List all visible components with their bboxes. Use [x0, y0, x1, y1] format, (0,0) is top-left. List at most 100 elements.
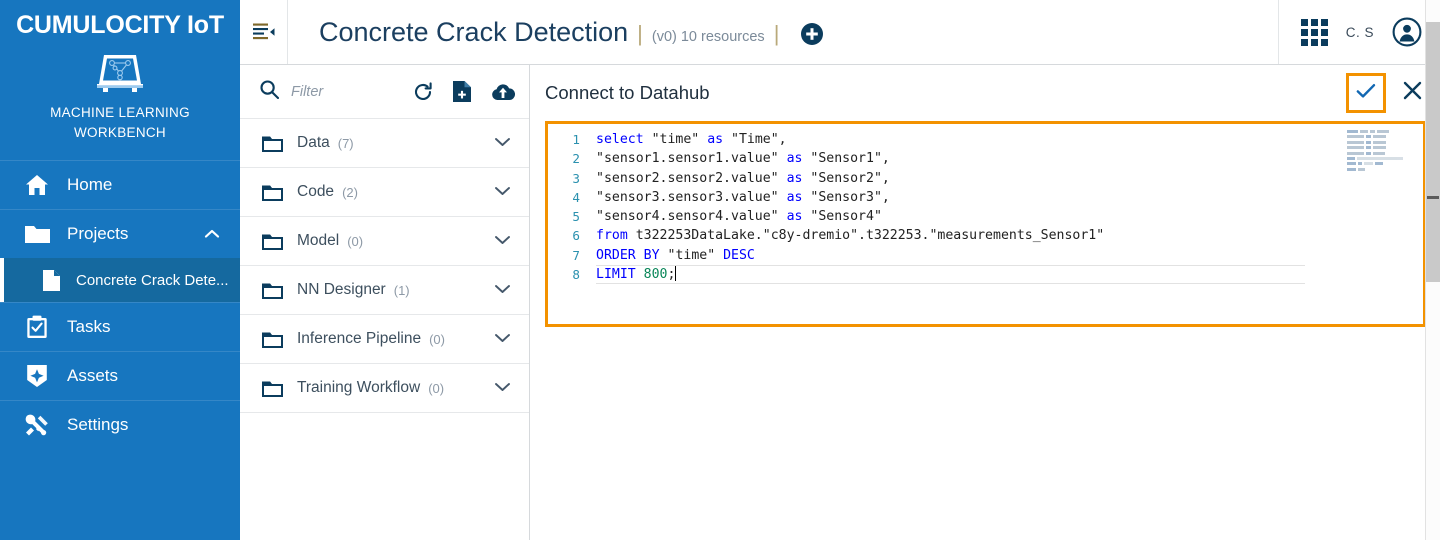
file-explorer-panel: Data (7) Code (2) Model (0) NN Designer (1) Infe… [240, 65, 530, 540]
folder-row[interactable]: NN Designer (1) [240, 266, 529, 315]
file-icon [40, 269, 62, 291]
sidebar-item-label: Home [67, 175, 113, 195]
line-number: 4 [572, 189, 580, 205]
brand-title: CUMULOCITY IoT [16, 11, 224, 39]
sidebar-item-label: Settings [67, 415, 129, 435]
code-line[interactable]: 5 "sensor4.sensor4.value" as "Sensor4" [548, 207, 1423, 226]
page-title: Concrete Crack Detection [319, 16, 629, 47]
sidebar-subitem-label: Concrete Crack Dete... [76, 271, 229, 289]
left-sidebar: CUMULOCITY IoT MACHINE LEARNING WORKBENC… [0, 0, 240, 540]
folder-row[interactable]: Inference Pipeline (0) [240, 315, 529, 364]
code-line[interactable]: 4 "sensor3.sensor3.value" as "Sensor3", [548, 188, 1423, 207]
explorer-toolbar [240, 65, 529, 119]
folder-count: (0) [428, 380, 445, 396]
brand-subtitle-line-2: WORKBENCH [74, 125, 166, 141]
title-separator-left: | [637, 20, 643, 46]
code-text[interactable]: select "time" as "Time", [596, 130, 787, 149]
folder-count: (2) [342, 184, 358, 200]
resource-count-label: (v0) 10 resources [651, 28, 765, 45]
code-content[interactable]: 1 select "time" as "Time", 2 "sensor1.senso… [548, 124, 1423, 324]
search-icon[interactable] [260, 79, 280, 104]
sidebar-item-label: Projects [67, 224, 129, 244]
brand-subtitle-line-1: MACHINE LEARNING [50, 104, 190, 120]
folder-name: Training Workflow [297, 379, 421, 396]
code-text[interactable]: "sensor1.sensor1.value" as "Sensor1", [596, 149, 890, 168]
sidebar-item-concrete-crack-detection[interactable]: Concrete Crack Dete... [0, 258, 240, 303]
folder-icon [24, 221, 50, 247]
close-x-icon [1403, 81, 1422, 105]
folder-row[interactable]: Model (0) [240, 217, 529, 266]
editor-header: Connect to Datahub [530, 65, 1440, 121]
folder-row[interactable]: Training Workflow (0) [240, 364, 529, 413]
folder-row[interactable]: Code (2) [240, 168, 529, 217]
chevron-down-icon[interactable] [494, 232, 511, 250]
chevron-down-icon[interactable] [494, 330, 511, 348]
sidebar-item-assets[interactable]: Assets [0, 351, 240, 400]
app-switcher-grid-icon[interactable] [1300, 18, 1328, 46]
folder-name: Model [297, 232, 340, 249]
folder-count: (0) [347, 233, 364, 249]
code-line[interactable]: 1 select "time" as "Time", [548, 130, 1423, 149]
folder-name: Code [297, 183, 335, 200]
code-text[interactable]: "sensor4.sensor4.value" as "Sensor4" [596, 207, 882, 226]
code-text[interactable]: "sensor2.sensor2.value" as "Sensor2", [596, 169, 890, 188]
code-line[interactable]: 3 "sensor2.sensor2.value" as "Sensor2", [548, 169, 1423, 188]
chevron-down-icon[interactable] [494, 281, 511, 299]
sidebar-item-label: Tasks [67, 317, 111, 337]
add-circle-icon[interactable] [801, 23, 824, 45]
code-text[interactable]: from t322253DataLake."c8y-dremio".t32225… [596, 226, 1104, 245]
chevron-down-icon[interactable] [494, 134, 511, 152]
code-line[interactable]: 8 LIMIT 800; [548, 265, 1423, 285]
code-folder-icon [262, 184, 283, 201]
folder-count: (7) [337, 135, 354, 151]
confirm-button[interactable] [1346, 73, 1386, 113]
current-line-highlight [596, 265, 1305, 285]
folder-row[interactable]: Data (7) [240, 119, 529, 168]
sidebar-item-tasks[interactable]: Tasks [0, 302, 240, 351]
brand-subtitle: MACHINE LEARNING WORKBENCH [0, 103, 240, 157]
sidebar-item-home[interactable]: Home [0, 160, 240, 209]
sidebar-item-projects[interactable]: Projects [0, 209, 240, 259]
scrollbar-thumb[interactable] [1426, 22, 1440, 282]
code-minimap[interactable] [1347, 130, 1409, 171]
code-line[interactable]: 7 ORDER BY "time" DESC [548, 246, 1423, 265]
data-folder-icon [262, 135, 283, 152]
nn-designer-folder-icon [262, 282, 283, 299]
line-number: 6 [572, 228, 580, 244]
checkmark-icon [1356, 83, 1376, 104]
upload-cloud-icon[interactable] [491, 83, 515, 101]
code-line[interactable]: 2 "sensor1.sensor1.value" as "Sensor1", [548, 149, 1423, 168]
code-text[interactable]: "sensor3.sensor3.value" as "Sensor3", [596, 188, 890, 207]
header-actions: C. S [1277, 0, 1440, 64]
sidebar-scrollbar[interactable] [234, 0, 240, 540]
line-number: 7 [572, 247, 580, 263]
training-workflow-folder-icon [262, 380, 283, 397]
sidebar-item-settings[interactable]: Settings [0, 400, 240, 449]
text-cursor [675, 266, 677, 282]
refresh-icon[interactable] [413, 81, 433, 102]
navigator-collapse-icon[interactable] [240, 0, 288, 64]
title-separator-right: | [773, 20, 780, 46]
editor-panel: Connect to Datahub 1 select "time" as "T… [530, 65, 1440, 540]
search-input[interactable] [289, 82, 405, 101]
user-initials-label: C. S [1345, 24, 1374, 40]
clipboard-check-icon [24, 314, 50, 340]
page-vertical-scrollbar[interactable] [1425, 0, 1440, 540]
app-root: CUMULOCITY IoT MACHINE LEARNING WORKBENC… [0, 0, 1440, 540]
line-number: 3 [572, 170, 580, 186]
editor-actions [1346, 73, 1432, 113]
folder-list: Data (7) Code (2) Model (0) NN Designer (1) Infe… [240, 119, 529, 413]
user-avatar-icon[interactable] [1392, 17, 1422, 47]
scrollbar-marker [1427, 196, 1439, 199]
line-number: 5 [572, 209, 580, 225]
chevron-down-icon[interactable] [494, 379, 511, 397]
content-split: Data (7) Code (2) Model (0) NN Designer (1) Infe… [240, 65, 1440, 540]
code-text[interactable]: LIMIT 800; [596, 265, 677, 284]
chevron-up-icon[interactable] [204, 224, 220, 244]
new-file-icon[interactable] [453, 81, 471, 102]
chevron-down-icon[interactable] [494, 183, 511, 201]
line-number: 2 [572, 151, 580, 167]
code-text[interactable]: ORDER BY "time" DESC [596, 246, 755, 265]
sql-code-editor[interactable]: 1 select "time" as "Time", 2 "sensor1.senso… [545, 121, 1426, 327]
code-line[interactable]: 6 from t322253DataLake."c8y-dremio".t3222… [548, 226, 1423, 245]
